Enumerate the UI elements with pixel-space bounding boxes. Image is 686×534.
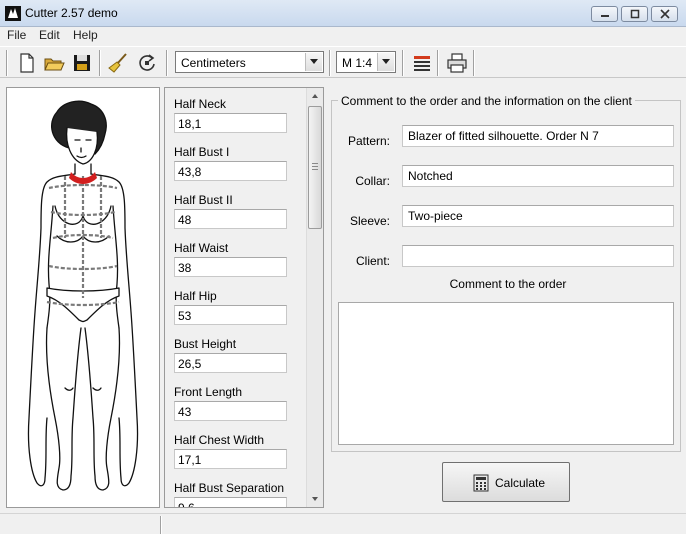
measurement-label: Half Chest Width bbox=[174, 433, 265, 447]
measurement-label: Half Neck bbox=[174, 97, 227, 111]
measurement-input[interactable]: 26,5 bbox=[174, 353, 287, 373]
measurement-label: Half Bust II bbox=[174, 193, 233, 207]
toolbar-separator bbox=[437, 50, 439, 76]
measurement-label: Half Hip bbox=[174, 289, 217, 303]
scale-dropdown-arrow[interactable] bbox=[377, 53, 394, 71]
order-info-group-title: Comment to the order and the information… bbox=[338, 94, 635, 108]
measurement-input[interactable]: 38 bbox=[174, 257, 287, 277]
menu-bar: File Edit Help bbox=[0, 27, 686, 46]
scroll-down-button[interactable] bbox=[307, 491, 323, 507]
arrow-down-icon bbox=[312, 497, 318, 501]
client-field[interactable] bbox=[402, 245, 674, 267]
units-dropdown-arrow[interactable] bbox=[305, 53, 322, 71]
save-button[interactable] bbox=[69, 51, 95, 75]
scale-select[interactable]: M 1:4 bbox=[336, 51, 396, 73]
window-title: Cutter 2.57 demo bbox=[25, 6, 118, 20]
save-disk-icon bbox=[74, 55, 90, 71]
measurement-input[interactable]: 43 bbox=[174, 401, 287, 421]
status-bar-separator bbox=[160, 516, 162, 534]
broom-icon bbox=[108, 53, 127, 73]
ruler-settings-icon bbox=[414, 56, 430, 71]
body-figure-panel bbox=[6, 87, 160, 508]
close-button[interactable] bbox=[651, 6, 678, 22]
close-icon bbox=[659, 9, 670, 19]
toolbar: Centimeters M 1:4 bbox=[0, 46, 686, 78]
print-button[interactable] bbox=[444, 51, 470, 75]
measurements-scrollbar[interactable] bbox=[306, 88, 323, 507]
client-label: Client: bbox=[355, 254, 390, 268]
grip-icon bbox=[312, 163, 318, 170]
new-file-icon bbox=[20, 53, 34, 73]
measurements-panel: Half Neck 18,1 Half Bust I 43,8 Half Bus… bbox=[164, 87, 324, 508]
collar-label: Collar: bbox=[355, 174, 390, 188]
measurement-input[interactable]: 9,6 bbox=[174, 497, 287, 507]
measurement-input[interactable]: 43,8 bbox=[174, 161, 287, 181]
status-bar bbox=[0, 513, 686, 534]
refresh-icon bbox=[139, 54, 155, 71]
toolbar-separator bbox=[166, 50, 168, 76]
maximize-button[interactable] bbox=[621, 6, 648, 22]
sleeve-field[interactable]: Two-piece bbox=[402, 205, 674, 227]
measurement-label: Half Waist bbox=[174, 241, 229, 255]
calculate-button[interactable]: Calculate bbox=[442, 462, 570, 502]
toolbar-separator bbox=[402, 50, 404, 76]
menu-help[interactable]: Help bbox=[73, 28, 98, 42]
toolbar-separator bbox=[99, 50, 101, 76]
measurement-input[interactable]: 18,1 bbox=[174, 113, 287, 133]
chevron-down-icon bbox=[382, 59, 390, 64]
sleeve-label: Sleeve: bbox=[349, 214, 390, 228]
recalculate-button[interactable] bbox=[134, 51, 160, 75]
measurement-input[interactable]: 53 bbox=[174, 305, 287, 325]
arrow-up-icon bbox=[312, 94, 318, 98]
open-file-button[interactable] bbox=[41, 51, 67, 75]
minimize-icon bbox=[600, 15, 609, 17]
maximize-icon bbox=[630, 9, 639, 19]
new-file-button[interactable] bbox=[14, 51, 40, 75]
measurement-label: Half Bust Separation bbox=[174, 481, 285, 495]
measurement-input[interactable]: 48 bbox=[174, 209, 287, 229]
menu-edit[interactable]: Edit bbox=[39, 28, 60, 42]
ruler-settings-button[interactable] bbox=[409, 51, 435, 75]
units-select[interactable]: Centimeters bbox=[175, 51, 324, 73]
measurement-label: Bust Height bbox=[174, 337, 237, 351]
pattern-field[interactable]: Blazer of fitted silhouette. Order N 7 bbox=[402, 125, 674, 147]
collar-field[interactable]: Notched bbox=[402, 165, 674, 187]
scale-value: M 1:4 bbox=[342, 56, 373, 70]
toolbar-separator bbox=[329, 50, 331, 76]
printer-icon bbox=[447, 53, 467, 73]
toolbar-separator bbox=[6, 50, 8, 76]
body-measurement-figure bbox=[27, 100, 139, 491]
chevron-down-icon bbox=[310, 59, 318, 64]
menu-file[interactable]: File bbox=[7, 28, 26, 42]
open-folder-icon bbox=[44, 58, 65, 71]
clear-button[interactable] bbox=[105, 51, 131, 75]
calculator-icon bbox=[473, 474, 489, 492]
comment-textarea[interactable] bbox=[338, 302, 674, 445]
measurement-input[interactable]: 17,1 bbox=[174, 449, 287, 469]
units-value: Centimeters bbox=[181, 56, 246, 70]
minimize-button[interactable] bbox=[591, 6, 618, 22]
toolbar-separator bbox=[473, 50, 475, 76]
measurement-label: Half Bust I bbox=[174, 145, 230, 159]
scroll-up-button[interactable] bbox=[307, 88, 323, 104]
measurement-label: Front Length bbox=[174, 385, 243, 399]
title-bar: Cutter 2.57 demo bbox=[0, 0, 686, 27]
comment-label: Comment to the order bbox=[449, 277, 567, 291]
calculate-button-label: Calculate bbox=[495, 476, 546, 490]
app-logo-icon bbox=[5, 6, 21, 21]
scroll-thumb[interactable] bbox=[308, 106, 322, 229]
pattern-label: Pattern: bbox=[347, 134, 390, 148]
